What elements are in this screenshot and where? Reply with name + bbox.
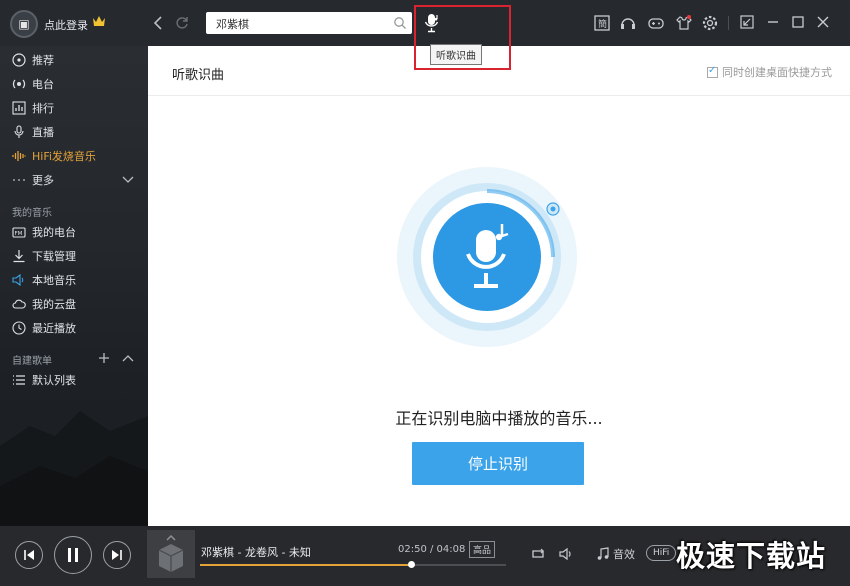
chevron-down-icon[interactable] [122,174,134,186]
refresh-icon [176,17,188,29]
fm-icon: FM [12,227,26,238]
sidebar-item-recent[interactable]: 最近播放 [12,319,76,337]
waveform-icon [12,151,26,161]
sidebar-item-radio[interactable]: 电台 [12,75,54,93]
tshirt-icon[interactable] [675,14,693,32]
sidebar-item-label: HiFi发烧音乐 [32,150,96,163]
add-playlist-icon[interactable] [98,352,110,364]
playlist-heading: 自建歌单 [12,356,52,367]
page-title: 听歌识曲 [172,68,225,83]
search-icon[interactable] [393,16,407,30]
sidebar-item-more[interactable]: 更多 [12,171,54,189]
maximize-icon[interactable] [791,15,805,29]
sidebar-item-label: 本地音乐 [32,274,76,287]
chart-icon [12,101,26,115]
album-cover[interactable] [147,530,195,578]
previous-button[interactable] [15,541,43,569]
search-input[interactable]: 邓紫棋 [216,16,249,32]
disc-icon [12,53,26,67]
download-icon [13,250,25,263]
playback-time: 02:50 / 04:08 [398,544,466,555]
sidebar-item-recommend[interactable]: 推荐 [12,51,54,69]
sidebar-item-label: 更多 [32,174,54,187]
vip-crown-icon[interactable] [92,15,106,27]
quality-selector[interactable]: 高品 [469,541,496,558]
sidebar-item-label: 我的云盘 [32,298,76,311]
progress-bar[interactable] [200,561,506,568]
sidebar-item-downloads[interactable]: 下载管理 [12,247,76,265]
skin-icon[interactable]: 簡 [593,14,611,32]
recognition-panel: 听歌识曲 同时创建桌面快捷方式 正在识别电脑中播放的音乐... 停止识别 [148,46,850,526]
watermark-text: 极速下载站 [676,539,827,573]
close-icon[interactable] [816,15,830,29]
stop-recognition-button[interactable]: 停止识别 [412,442,584,485]
sidebar-item-label: 电台 [32,78,54,91]
mini-mode-icon[interactable] [740,15,754,29]
sidebar-item-hifi[interactable]: HiFi发烧音乐 [12,147,96,165]
sidebar-item-default-list[interactable]: 默认列表 [12,371,76,389]
loop-mode-icon[interactable] [530,546,546,562]
sidebar-item-label: 我的电台 [32,226,76,239]
list-icon [13,375,25,385]
sidebar-item-label: 默认列表 [32,374,76,387]
chevron-up-icon[interactable] [122,352,134,364]
desktop-shortcut-label: 同时创建桌面快捷方式 [722,66,832,79]
back-button[interactable] [150,14,166,32]
mic-icon [14,125,24,138]
progress-fill [200,564,412,566]
my-music-heading: 我的音乐 [12,208,52,219]
app-logo: ▣ [10,10,38,38]
clock-icon [12,321,26,335]
sound-effect-button[interactable]: 音效 [596,546,635,562]
volume-icon[interactable] [558,546,574,562]
hifi-toggle[interactable]: HiFi [646,545,677,561]
search-box[interactable]: 邓紫棋 [206,12,412,34]
sidebar-item-label: 排行 [32,102,54,115]
recognition-status: 正在识别电脑中播放的音乐... [395,409,603,428]
hifi-label: HiFi [653,548,670,558]
sidebar-item-my-radio[interactable]: FM 我的电台 [12,223,76,241]
sidebar-item-label: 最近播放 [32,322,76,335]
previous-icon [24,550,34,560]
next-icon [112,550,122,560]
login-link[interactable]: 点此登录 [44,17,88,33]
gamepad-icon[interactable] [647,14,665,32]
album-art-placeholder-icon [158,534,184,572]
cloud-icon [12,299,26,309]
recognition-animation [397,167,577,347]
sidebar-item-local-music[interactable]: 本地音乐 [12,271,76,289]
desktop-shortcut-checkbox[interactable] [707,65,718,78]
sidebar-item-label: 推荐 [32,54,54,67]
progress-handle[interactable] [408,561,416,568]
music-note-icon [597,547,609,560]
next-button[interactable] [103,541,131,569]
more-icon [13,179,25,181]
minimize-icon[interactable] [766,15,780,29]
sidebar-item-label: 直播 [32,126,54,139]
svg-text:FM: FM [15,231,23,237]
pause-button[interactable] [54,536,92,574]
sidebar-item-rank[interactable]: 排行 [12,99,54,117]
svg-text:簡: 簡 [598,18,607,30]
refresh-button[interactable] [174,14,190,32]
sidebar: 推荐 电台 排行 直播 HiFi发烧音乐 更多 我的音乐 FM 我的电台 下载管… [0,46,148,526]
sidebar-item-label: 下载管理 [32,250,76,263]
desktop-shortcut-option[interactable]: 同时创建桌面快捷方式 [707,64,832,80]
chevron-left-icon [153,16,162,30]
pause-icon [68,548,78,562]
radio-icon [12,79,26,89]
now-playing-title[interactable]: 邓紫棋 - 龙卷风 - 未知 [201,544,311,560]
headphones-icon[interactable] [619,14,637,32]
highlight-box [414,5,511,70]
sidebar-item-live[interactable]: 直播 [12,123,54,141]
settings-gear-icon[interactable] [701,14,719,32]
sound-effect-label: 音效 [613,548,635,561]
sidebar-item-cloud[interactable]: 我的云盘 [12,295,76,313]
speaker-icon [12,273,24,287]
title-divider [728,16,729,30]
